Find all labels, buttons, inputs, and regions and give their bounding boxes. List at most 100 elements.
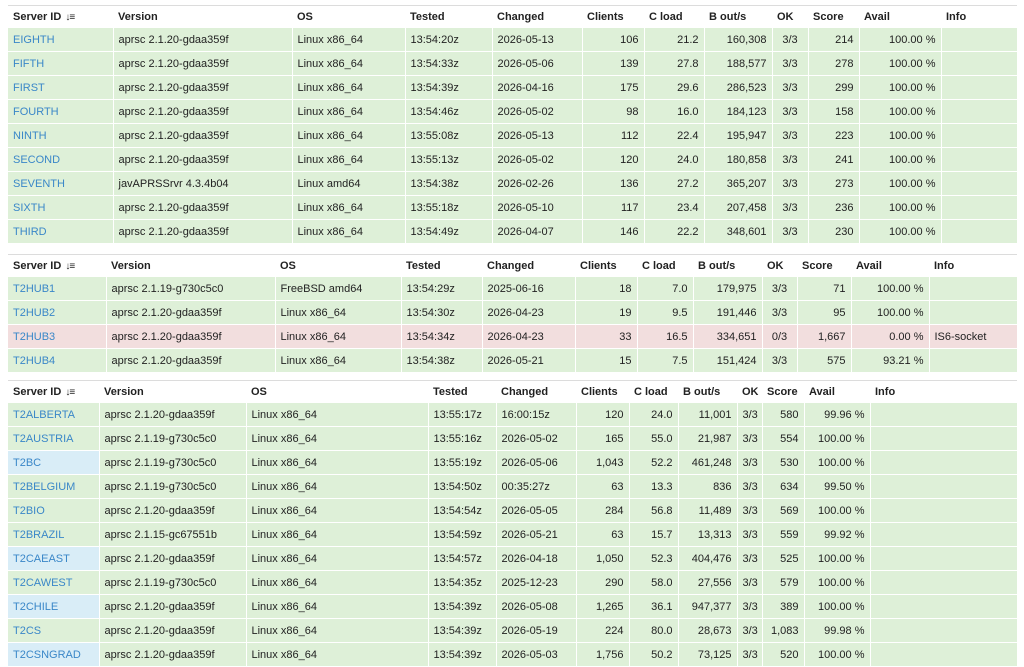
cell-info [870, 426, 1018, 451]
server-id-link[interactable]: T2BC [8, 450, 100, 475]
column-header-server-id[interactable]: Server ID ↓≡ [8, 5, 113, 28]
column-header-info[interactable]: Info [929, 254, 1017, 277]
server-id-link[interactable]: T2HUB2 [8, 300, 107, 325]
server-id-link[interactable]: SECOND [8, 147, 114, 172]
column-header-ok[interactable]: OK [772, 5, 808, 28]
sort-ascending-icon[interactable]: ↓≡ [65, 12, 75, 23]
column-header-version[interactable]: Version [99, 380, 246, 403]
cell-changed: 2026-04-07 [492, 219, 583, 244]
server-id-link[interactable]: T2HUB3 [8, 324, 107, 349]
column-header-server-id[interactable]: Server ID ↓≡ [8, 380, 99, 403]
server-id-link[interactable]: T2CHILE [8, 594, 100, 619]
column-header-avail[interactable]: Avail [859, 5, 941, 28]
server-id-link[interactable]: SEVENTH [8, 171, 114, 196]
server-id-link[interactable]: T2CAEAST [8, 546, 100, 571]
column-header-tested[interactable]: Tested [401, 254, 482, 277]
cell-avail: 100.00 % [859, 123, 942, 148]
cell-avail: 99.98 % [804, 618, 871, 643]
cell-b-out: 11,489 [678, 498, 738, 523]
cell-tested: 13:54:38z [405, 171, 493, 196]
cell-changed: 00:35:27z [496, 474, 577, 499]
column-header-ok[interactable]: OK [737, 380, 762, 403]
column-header-c-load[interactable]: C load [637, 254, 693, 277]
cell-score: 530 [762, 450, 805, 475]
column-header-avail[interactable]: Avail [804, 380, 870, 403]
server-id-link[interactable]: T2CSNGRAD [8, 642, 100, 667]
column-header-b-out[interactable]: B out/s [678, 380, 737, 403]
column-header-score[interactable]: Score [808, 5, 859, 28]
server-id-link[interactable]: FOURTH [8, 99, 114, 124]
cell-score: 95 [797, 300, 852, 325]
column-header-changed[interactable]: Changed [482, 254, 575, 277]
server-id-link[interactable]: T2AUSTRIA [8, 426, 100, 451]
cell-changed: 2026-05-02 [492, 147, 583, 172]
sort-ascending-icon[interactable]: ↓≡ [65, 387, 75, 398]
server-id-link[interactable]: T2HUB1 [8, 277, 107, 301]
server-id-link[interactable]: THIRD [8, 219, 114, 244]
column-header-label: Tested [433, 386, 468, 398]
server-id-link[interactable]: T2BRAZIL [8, 522, 100, 547]
cell-version: aprsc 2.1.20-gdaa359f [113, 219, 293, 244]
column-header-b-out[interactable]: B out/s [693, 254, 762, 277]
cell-version: aprsc 2.1.20-gdaa359f [99, 594, 247, 619]
server-id-link[interactable]: SIXTH [8, 195, 114, 220]
cell-c-load: 27.2 [644, 171, 705, 196]
server-id-link[interactable]: T2CS [8, 618, 100, 643]
column-header-os[interactable]: OS [275, 254, 401, 277]
sort-ascending-icon[interactable]: ↓≡ [65, 261, 75, 272]
column-header-tested[interactable]: Tested [428, 380, 496, 403]
column-header-info[interactable]: Info [941, 5, 1017, 28]
server-id-link[interactable]: FIRST [8, 75, 114, 100]
server-id-link[interactable]: T2ALBERTA [8, 403, 100, 427]
column-header-c-load[interactable]: C load [629, 380, 678, 403]
cell-changed: 2026-05-21 [496, 522, 577, 547]
column-header-changed[interactable]: Changed [492, 5, 582, 28]
server-id-link[interactable]: T2CAWEST [8, 570, 100, 595]
server-id-link[interactable]: FIFTH [8, 51, 114, 76]
server-id-link[interactable]: T2BELGIUM [8, 474, 100, 499]
column-header-clients[interactable]: Clients [575, 254, 637, 277]
cell-score: 223 [808, 123, 860, 148]
column-header-changed[interactable]: Changed [496, 380, 576, 403]
cell-avail: 100.00 % [804, 594, 871, 619]
column-header-clients[interactable]: Clients [582, 5, 644, 28]
column-header-avail[interactable]: Avail [851, 254, 929, 277]
cell-c-load: 21.2 [644, 28, 705, 52]
cell-tested: 13:54:38z [401, 348, 483, 373]
cell-version: aprsc 2.1.19-g730c5c0 [99, 570, 247, 595]
server-row: SECOND aprsc 2.1.20-gdaa359f Linux x86_64 1… [8, 147, 1018, 172]
column-header-version[interactable]: Version [106, 254, 275, 277]
column-header-score[interactable]: Score [762, 380, 804, 403]
cell-avail: 100.00 % [804, 450, 871, 475]
server-id-link[interactable]: NINTH [8, 123, 114, 148]
column-header-info[interactable]: Info [870, 380, 1017, 403]
column-header-os[interactable]: OS [292, 5, 405, 28]
cell-c-load: 27.8 [644, 51, 705, 76]
cell-tested: 13:55:13z [405, 147, 493, 172]
column-header-version[interactable]: Version [113, 5, 292, 28]
server-id-link[interactable]: EIGHTH [8, 28, 114, 52]
column-header-clients[interactable]: Clients [576, 380, 629, 403]
cell-os: FreeBSD amd64 [275, 277, 402, 301]
server-id-link[interactable]: T2BIO [8, 498, 100, 523]
cell-ok: 3/3 [762, 348, 798, 373]
cell-changed: 2026-05-02 [496, 426, 577, 451]
cell-ok: 3/3 [772, 99, 809, 124]
server-row: FIFTH aprsc 2.1.20-gdaa359f Linux x86_64 13… [8, 51, 1018, 76]
column-header-tested[interactable]: Tested [405, 5, 492, 28]
cell-c-load: 55.0 [629, 426, 679, 451]
server-id-link[interactable]: T2HUB4 [8, 348, 107, 373]
cell-c-load: 16.0 [644, 99, 705, 124]
cell-avail: 99.92 % [804, 522, 871, 547]
column-header-b-out[interactable]: B out/s [704, 5, 772, 28]
cell-version: javAPRSSrvr 4.3.4b04 [113, 171, 293, 196]
column-header-server-id[interactable]: Server ID ↓≡ [8, 254, 106, 277]
cell-changed: 2026-05-21 [482, 348, 576, 373]
cell-changed: 2026-05-19 [496, 618, 577, 643]
column-header-os[interactable]: OS [246, 380, 428, 403]
column-header-ok[interactable]: OK [762, 254, 797, 277]
column-header-score[interactable]: Score [797, 254, 851, 277]
cell-tested: 13:54:50z [428, 474, 497, 499]
column-header-c-load[interactable]: C load [644, 5, 704, 28]
cell-info [870, 403, 1018, 427]
